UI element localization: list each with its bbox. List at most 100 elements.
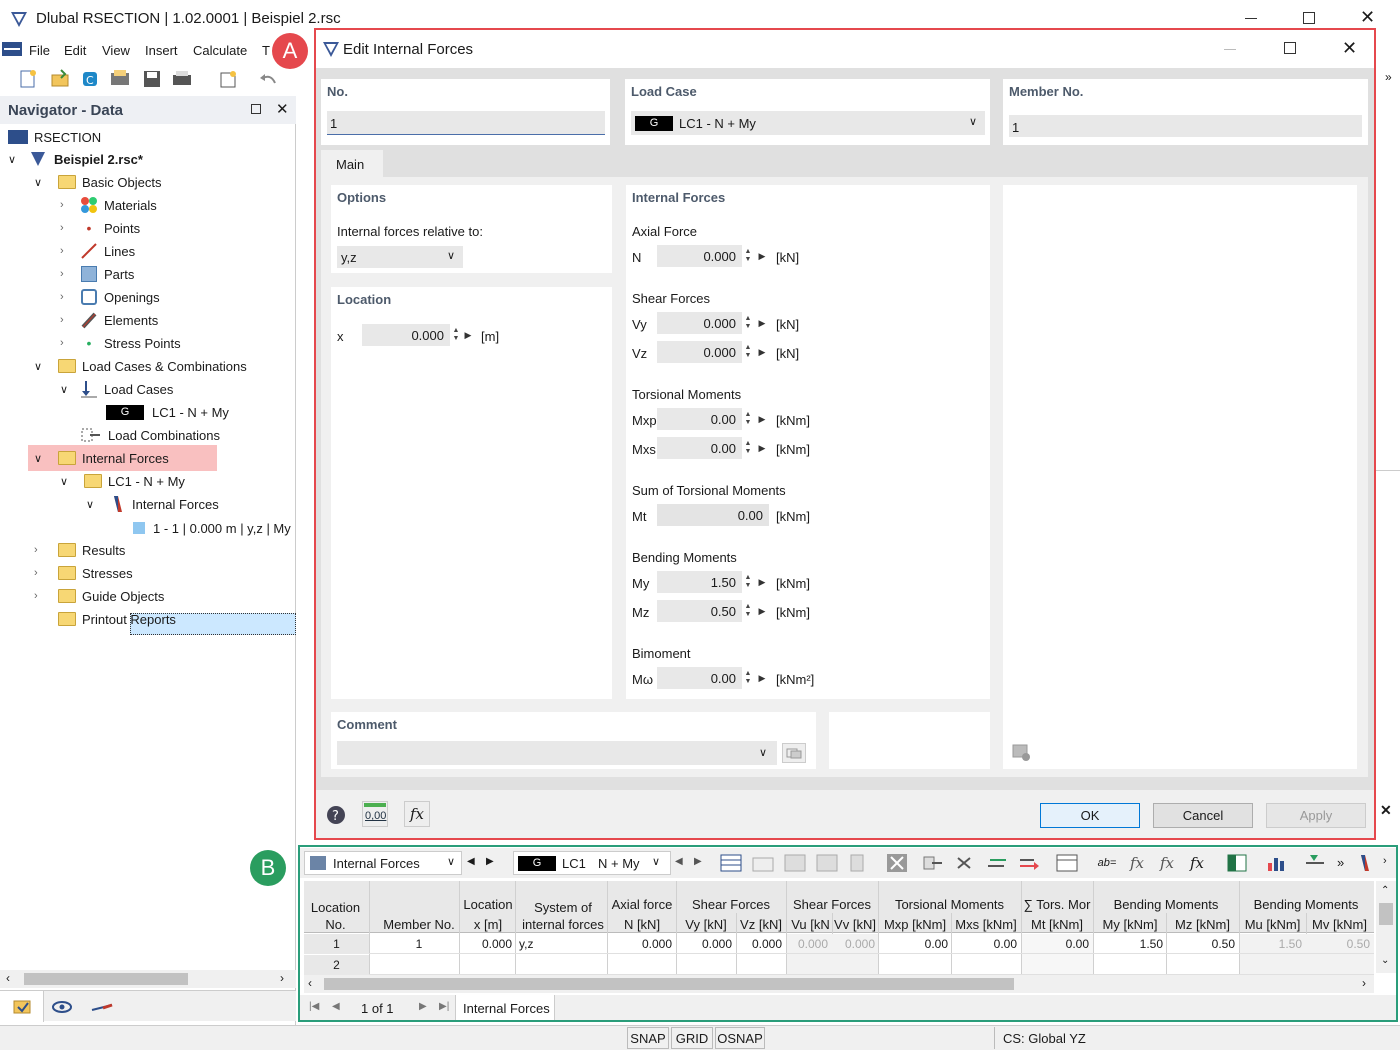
- main-close-panel-icon[interactable]: ✕: [1380, 802, 1392, 819]
- nav-materials[interactable]: › Materials: [60, 194, 157, 216]
- print-preview-icon[interactable]: [108, 67, 132, 91]
- folder-icon: [58, 566, 76, 580]
- chevron-down-icon[interactable]: ∨: [60, 383, 74, 396]
- point-icon: •: [86, 220, 92, 236]
- results-tab-icon[interactable]: [86, 991, 118, 1022]
- nav-stresses[interactable]: › Stresses: [34, 562, 133, 584]
- chevron-right-icon[interactable]: ›: [60, 199, 74, 211]
- nav-rsection[interactable]: RSECTION: [8, 126, 101, 148]
- menu-file[interactable]: File: [29, 43, 50, 58]
- chevron-right-icon[interactable]: ›: [60, 291, 74, 303]
- nav-lines[interactable]: › Lines: [60, 240, 135, 262]
- materials-icon: [80, 196, 98, 214]
- nav-if-item[interactable]: 1 - 1 | 0.000 m | y,z | My: [133, 517, 291, 539]
- close-button[interactable]: ✕: [1360, 8, 1376, 26]
- if-item-icon: [133, 522, 145, 534]
- snap-toggle[interactable]: SNAP: [627, 1027, 669, 1049]
- menu-calculate[interactable]: Calculate: [193, 43, 247, 58]
- internal-force-icon: [110, 495, 126, 513]
- print-icon[interactable]: [170, 67, 194, 91]
- chevron-right-icon[interactable]: ›: [60, 337, 74, 349]
- nav-openings[interactable]: › Openings: [60, 286, 160, 308]
- load-combination-icon: [80, 426, 102, 444]
- main-toolbar: C ▼: [0, 62, 310, 146]
- folder-icon: [58, 451, 76, 465]
- lc-badge: G: [106, 404, 144, 420]
- chevron-down-icon[interactable]: ∨: [34, 452, 48, 465]
- callout-frame-a: [314, 28, 1376, 840]
- scroll-thumb[interactable]: [24, 973, 188, 985]
- opening-icon: [81, 289, 97, 305]
- main-right-scroll-icon[interactable]: »: [1385, 70, 1392, 84]
- element-icon: [80, 311, 98, 329]
- chevron-right-icon[interactable]: ›: [34, 544, 48, 556]
- nav-elements[interactable]: › Elements: [60, 309, 158, 331]
- app-title: Dlubal RSECTION | 1.02.0001 | Beispiel 2…: [36, 10, 341, 27]
- scroll-left-icon[interactable]: ‹: [6, 971, 10, 985]
- nav-points[interactable]: › • Points: [60, 217, 140, 239]
- nav-internal-forces-sub[interactable]: ∨ Internal Forces: [86, 493, 219, 515]
- nav-lc1-folder[interactable]: ∨ LC1 - N + My: [60, 470, 185, 492]
- menu-edit[interactable]: Edit: [64, 43, 86, 58]
- maximize-button[interactable]: [1303, 12, 1315, 24]
- nav-internal-forces[interactable]: ∨ Internal Forces: [34, 447, 169, 469]
- stress-point-icon: •: [86, 335, 92, 351]
- cloud-icon[interactable]: C: [78, 67, 102, 91]
- menu-tools[interactable]: T: [262, 43, 270, 58]
- rsection-icon: [8, 130, 28, 144]
- callout-a: A: [272, 33, 308, 69]
- folder-icon: [58, 612, 76, 626]
- navigator-tabs: [0, 990, 296, 1022]
- nav-printout-reports[interactable]: Printout Reports: [48, 608, 176, 630]
- data-tab-icon[interactable]: [0, 991, 44, 1022]
- chevron-right-icon[interactable]: ›: [34, 590, 48, 602]
- nav-results[interactable]: › Results: [34, 539, 125, 561]
- nav-guide-objects[interactable]: › Guide Objects: [34, 585, 164, 607]
- chevron-right-icon[interactable]: ›: [60, 268, 74, 280]
- save-icon[interactable]: [140, 67, 164, 91]
- coordinate-system: CS: Global YZ: [994, 1027, 1194, 1049]
- chevron-down-icon[interactable]: ∨: [60, 475, 74, 488]
- nav-load-combinations[interactable]: Load Combinations: [80, 424, 220, 446]
- osnap-toggle[interactable]: OSNAP: [715, 1027, 765, 1049]
- nav-stress-points[interactable]: › • Stress Points: [60, 332, 181, 354]
- grid-toggle[interactable]: GRID: [671, 1027, 713, 1049]
- navigator-hscrollbar[interactable]: ‹ ›: [0, 970, 296, 988]
- navigator-panel: Navigator - Data ✕ RSECTION ∨ Beispiel 2…: [0, 96, 296, 1025]
- nav-basic-objects[interactable]: ∨ Basic Objects: [34, 171, 161, 193]
- report-icon[interactable]: [216, 67, 240, 91]
- menu-insert[interactable]: Insert: [145, 43, 178, 58]
- part-icon: [81, 266, 97, 282]
- new-file-icon[interactable]: [16, 67, 40, 91]
- navigator-float-icon[interactable]: [251, 104, 261, 114]
- line-icon: [80, 242, 98, 260]
- navigator-close-icon[interactable]: ✕: [276, 100, 289, 118]
- menu-bar: File Edit View Insert Calculate T: [0, 38, 310, 62]
- chevron-right-icon[interactable]: ›: [34, 567, 48, 579]
- folder-icon: [84, 474, 102, 488]
- minimize-button[interactable]: [1245, 18, 1257, 19]
- open-file-icon[interactable]: [48, 67, 72, 91]
- nav-load-cases[interactable]: ∨ Load Cases: [60, 378, 173, 400]
- folder-icon: [58, 175, 76, 189]
- chevron-down-icon[interactable]: ∨: [34, 176, 48, 189]
- view-tab-icon[interactable]: [46, 991, 78, 1022]
- chevron-right-icon[interactable]: ›: [60, 245, 74, 257]
- scroll-right-icon[interactable]: ›: [280, 971, 284, 985]
- undo-icon[interactable]: [256, 67, 280, 91]
- app-logo-icon: [10, 10, 28, 28]
- chevron-down-icon[interactable]: ∨: [86, 498, 100, 511]
- chevron-right-icon[interactable]: ›: [60, 314, 74, 326]
- menu-app-icon[interactable]: [2, 42, 22, 56]
- chevron-down-icon[interactable]: ∨: [34, 360, 48, 373]
- chevron-right-icon[interactable]: ›: [60, 222, 74, 234]
- nav-load-cases-comb[interactable]: ∨ Load Cases & Combinations: [34, 355, 247, 377]
- nav-parts[interactable]: › Parts: [60, 263, 134, 285]
- callout-frame-b: [298, 845, 1398, 1022]
- chevron-down-icon[interactable]: ∨: [8, 153, 22, 166]
- navigator-title: Navigator - Data: [8, 102, 124, 119]
- nav-file[interactable]: ∨ Beispiel 2.rsc*: [8, 148, 143, 170]
- callout-b: B: [250, 850, 286, 886]
- nav-lc1[interactable]: G LC1 - N + My: [106, 401, 229, 423]
- menu-view[interactable]: View: [102, 43, 130, 58]
